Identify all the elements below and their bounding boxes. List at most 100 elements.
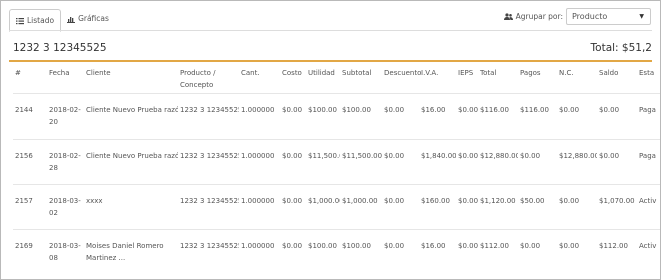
table-cell: $0.00: [282, 197, 303, 205]
table-cell: $100.00: [308, 106, 337, 114]
table-cell: 2144: [15, 106, 33, 114]
table-cell: 1.000000: [241, 152, 275, 160]
table-cell: $0.00: [384, 197, 405, 205]
table-cell: 2169: [15, 242, 33, 250]
table-cell: $0.00: [599, 152, 620, 160]
table-cell: 1.000000: [241, 106, 275, 114]
column-header[interactable]: Saldo: [597, 64, 637, 94]
group-by-label: Agrupar por:: [515, 12, 563, 21]
table-cell: 2018-03-02: [49, 197, 81, 217]
table-cell: $11,500.00: [308, 152, 340, 160]
table-cell: $0.00: [282, 106, 303, 114]
table-cell: 2018-02-20: [49, 106, 81, 126]
table-cell: $0.00: [282, 242, 303, 250]
table-cell: $0.00: [282, 152, 303, 160]
column-header[interactable]: Pagos: [518, 64, 557, 94]
column-header[interactable]: Descuento: [382, 64, 421, 94]
bar-chart-icon: [67, 17, 76, 23]
table-cell: $0.00: [458, 106, 478, 114]
table-cell: 1.000000: [241, 242, 275, 250]
table-cell: $100.00: [342, 106, 371, 114]
tab-graficas[interactable]: Gráficas: [61, 9, 115, 29]
table-cell: $0.00: [458, 197, 478, 205]
column-header[interactable]: I.V.A.: [419, 64, 456, 94]
table-cell: $0.00: [458, 242, 478, 250]
table-cell: $0.00: [384, 152, 405, 160]
table-cell: $0.00: [384, 106, 405, 114]
column-header[interactable]: Total: [478, 64, 518, 94]
table-cell: $12,880.00: [480, 152, 518, 160]
column-header[interactable]: N.C.: [557, 64, 597, 94]
table-cell: 2156: [15, 152, 33, 160]
tab-listado[interactable]: Listado: [9, 9, 62, 32]
table-cell: $112.00: [480, 242, 509, 250]
table-row[interactable]: 2144 2018-02-20 Cliente Nuevo Prueba raz…: [13, 93, 660, 140]
table-cell: $0.00: [559, 106, 580, 114]
table-cell: $1,840.00: [421, 152, 456, 160]
table-header: # Fecha Cliente Producto / Concepto Cant…: [13, 64, 660, 94]
table-cell: $0.00: [559, 197, 580, 205]
table-cell: Paga: [639, 106, 656, 114]
table-cell: 2018-02-28: [49, 152, 81, 172]
table-cell: $16.00: [421, 242, 446, 250]
table-cell: $112.00: [599, 242, 628, 250]
table-cell: 1232 3 12345525: [180, 242, 239, 250]
table-cell: 1232 3 12345525: [180, 152, 239, 160]
column-header[interactable]: Fecha: [47, 64, 84, 94]
column-header[interactable]: Cant.: [239, 64, 280, 94]
table-cell: $50.00: [520, 197, 545, 205]
group-by-select[interactable]: Producto ▼: [566, 8, 651, 25]
column-header[interactable]: Cliente: [84, 64, 178, 94]
accent-divider: [9, 60, 652, 62]
table-cell: $16.00: [421, 106, 446, 114]
table-cell: 1.000000: [241, 197, 275, 205]
table-cell: Paga: [639, 152, 656, 160]
column-header[interactable]: #: [13, 64, 47, 94]
table-cell: Moises Daniel Romero Martinez ...: [86, 242, 164, 262]
table-cell: $0.00: [458, 152, 478, 160]
table-cell: $1,120.00: [480, 197, 516, 205]
table-cell: $1,070.00: [599, 197, 635, 205]
table-cell: $0.00: [520, 242, 541, 250]
list-icon: [16, 17, 24, 24]
column-header[interactable]: Costo: [280, 64, 306, 94]
table-cell: $0.00: [520, 152, 541, 160]
tab-listado-label: Listado: [27, 15, 55, 25]
column-header[interactable]: Subtotal: [340, 64, 382, 94]
chevron-down-icon: ▼: [639, 13, 644, 20]
table-cell: 2157: [15, 197, 33, 205]
group-header: 1232 3 12345525 Total: $51,2: [13, 42, 652, 58]
table-cell: Activ: [639, 242, 657, 250]
table-row[interactable]: 2169 2018-03-08 Moises Daniel Romero Mar…: [13, 229, 660, 275]
table-cell: $0.00: [559, 242, 580, 250]
table-cell: $116.00: [480, 106, 509, 114]
group-by-value: Producto: [572, 12, 608, 21]
table-cell: $116.00: [520, 106, 549, 114]
table-cell: 1232 3 12345525: [180, 197, 239, 205]
table-cell: $1,000.00: [342, 197, 378, 205]
table-cell: $0.00: [599, 106, 620, 114]
column-header[interactable]: Utilidad: [306, 64, 340, 94]
table-cell: Cliente Nuevo Prueba razón: [86, 106, 178, 114]
sales-table: # Fecha Cliente Producto / Concepto Cant…: [13, 64, 660, 275]
group-by-control: Agrupar por: Producto ▼: [503, 8, 651, 25]
table-cell: $0.00: [384, 242, 405, 250]
table-cell: 2018-03-08: [49, 242, 81, 262]
table-cell: Activ: [639, 197, 657, 205]
users-icon: [503, 12, 513, 20]
table-cell: xxxx: [86, 197, 103, 205]
column-header[interactable]: Producto / Concepto: [178, 64, 239, 94]
view-tabs: Listado Gráficas: [9, 9, 115, 32]
table-cell: $100.00: [308, 242, 337, 250]
group-title: 1232 3 12345525: [13, 42, 107, 54]
table-cell: $11,500.00: [342, 152, 382, 160]
column-header[interactable]: Esta: [637, 64, 660, 94]
table-row[interactable]: 2156 2018-02-28 Cliente Nuevo Prueba raz…: [13, 139, 660, 185]
table-cell: Cliente Nuevo Prueba razón: [86, 152, 178, 160]
table-cell: $100.00: [342, 242, 371, 250]
report-panel: Listado Gráficas Agrupar por: Producto ▼…: [0, 0, 661, 280]
table-row[interactable]: 2157 2018-03-02 xxxx 1232 3 12345525 1.0…: [13, 184, 660, 230]
table-cell: $1,000.00: [308, 197, 340, 205]
column-header[interactable]: IEPS: [456, 64, 478, 94]
table-cell: 1232 3 12345525: [180, 106, 239, 114]
